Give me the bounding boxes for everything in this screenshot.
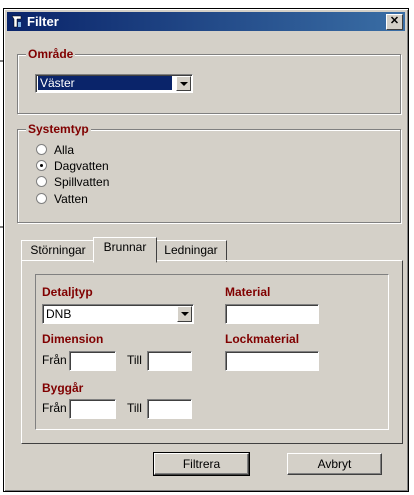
tab-label: Störningar	[30, 243, 86, 257]
area-legend: Område	[26, 47, 76, 61]
chevron-down-icon[interactable]	[176, 76, 191, 91]
dimension-from-input[interactable]	[69, 351, 116, 371]
filter-dialog: Filter ✕ Område Väster Systemtyp Alla Da…	[3, 8, 409, 492]
radio-button[interactable]	[36, 176, 47, 187]
tab-label: Ledningar	[164, 243, 218, 257]
filter-button-label: Filtrera	[182, 457, 221, 471]
radio-label: Vatten	[54, 192, 88, 206]
dimension-to-input[interactable]	[147, 351, 192, 371]
material-label: Material	[225, 285, 271, 299]
lock-material-input[interactable]	[225, 351, 319, 371]
tab-ledningar[interactable]: Ledningar	[155, 240, 227, 262]
radio-button[interactable]	[36, 193, 47, 204]
lock-material-label: Lockmaterial	[225, 332, 300, 346]
tab-storningar[interactable]: Störningar	[21, 240, 95, 262]
build-year-from-label: Från	[42, 401, 67, 415]
material-input[interactable]	[225, 304, 319, 324]
radio-button[interactable]	[36, 144, 47, 155]
chevron-down-icon[interactable]	[177, 306, 192, 322]
system-type-legend: Systemtyp	[26, 122, 91, 136]
filter-funnel-icon	[10, 14, 24, 29]
close-icon: ✕	[389, 15, 400, 27]
detail-type-value: DNB	[46, 307, 72, 321]
cancel-button-label: Avbryt	[317, 457, 352, 471]
radio-button-selected[interactable]	[36, 160, 47, 171]
area-combobox[interactable]: Väster	[35, 74, 193, 93]
tab-panel-brunnar: Detaljtyp DNB Material Dimension Från Ti…	[21, 260, 403, 444]
brunnar-fields-box: Detaljtyp DNB Material Dimension Från Ti…	[35, 274, 389, 430]
build-year-from-input[interactable]	[69, 399, 116, 419]
build-year-to-input[interactable]	[147, 399, 192, 419]
radio-label: Spillvatten	[54, 175, 110, 189]
area-group: Område Väster	[17, 47, 401, 114]
dimension-to-label: Till	[127, 353, 142, 367]
tab-brunnar[interactable]: Brunnar	[93, 237, 157, 263]
dimension-from-label: Från	[42, 353, 67, 367]
detail-type-combobox[interactable]: DNB	[42, 304, 194, 324]
cancel-button[interactable]: Avbryt	[287, 453, 382, 475]
dimension-label: Dimension	[42, 332, 104, 346]
window-title: Filter	[27, 14, 59, 29]
tab-label: Brunnar	[103, 240, 147, 254]
area-selected-value: Väster	[38, 76, 172, 90]
build-year-to-label: Till	[127, 401, 142, 415]
filter-button[interactable]: Filtrera	[153, 452, 250, 476]
close-button[interactable]: ✕	[386, 14, 403, 30]
radio-label: Dagvatten	[54, 159, 109, 173]
detail-type-label: Detaljtyp	[42, 285, 93, 299]
title-bar[interactable]: Filter ✕	[7, 12, 405, 31]
radio-label: Alla	[54, 143, 75, 157]
build-year-label: Byggår	[42, 381, 84, 395]
